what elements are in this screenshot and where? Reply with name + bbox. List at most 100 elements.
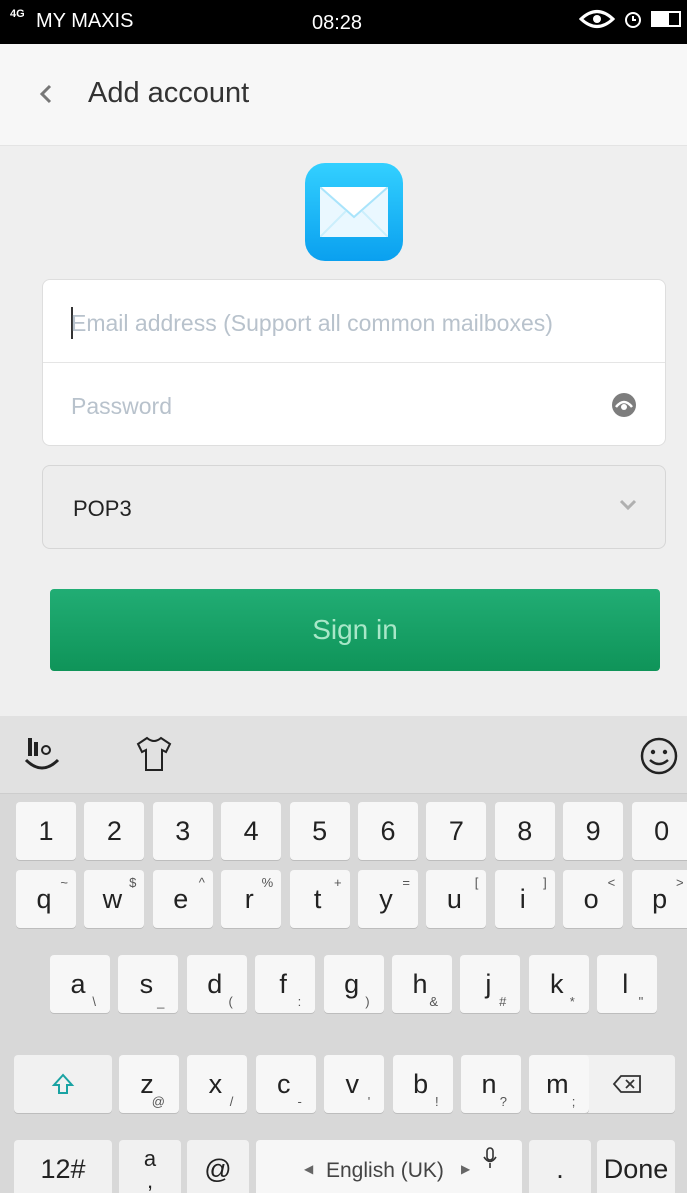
key-e-alt-label: ^ <box>198 875 205 890</box>
key-g[interactable]: g) <box>323 955 384 1013</box>
key-w[interactable]: w $ <box>84 870 145 928</box>
protocol-value: POP3 <box>73 496 132 521</box>
key-a-alt-label: \ <box>92 994 96 1009</box>
symbols-mode-key[interactable]: 12# <box>14 1140 112 1193</box>
key-s-alt-label: _ <box>157 994 165 1009</box>
key-6[interactable]: 6 <box>358 802 418 860</box>
key-t-alt-label: + <box>334 875 342 890</box>
key-0-label: 0 <box>654 816 670 846</box>
key-3[interactable]: 3 <box>152 802 213 860</box>
key-8[interactable]: 8 <box>494 802 555 860</box>
key-c-alt-label: - <box>297 1094 302 1109</box>
credentials-card: Email address (Support all common mailbo… <box>42 279 666 446</box>
shift-arrow-icon <box>51 1073 75 1094</box>
email-field[interactable]: Email address (Support all common mailbo… <box>43 280 665 363</box>
key-y-alt-label: = <box>402 875 410 890</box>
key-q-alt-label: ~ <box>60 875 68 890</box>
protocol-select[interactable]: POP3 <box>42 465 666 549</box>
key-6-label: 6 <box>380 816 396 846</box>
key-y[interactable]: y = <box>358 870 418 928</box>
key-1[interactable]: 1 <box>16 802 76 860</box>
key-5[interactable]: 5 <box>289 802 350 860</box>
key-i[interactable]: i] <box>494 870 555 928</box>
key-h[interactable]: h & <box>392 955 452 1013</box>
key-p-alt-label: > <box>676 875 684 890</box>
emoji-icon[interactable] <box>639 736 679 776</box>
key-c-label: c <box>277 1069 291 1099</box>
sign-in-button[interactable]: Sign in <box>50 589 660 671</box>
key-x-label: x <box>208 1069 223 1099</box>
key-q[interactable]: q ~ <box>16 870 76 928</box>
key-n-alt-label: ? <box>499 1094 507 1109</box>
key-l-alt-label: " <box>638 994 644 1009</box>
key-a-label: a <box>70 969 86 999</box>
signal-indicator: 4G <box>10 8 25 20</box>
chevron-down-icon <box>619 499 637 511</box>
key-d[interactable]: d( <box>186 955 247 1013</box>
key-d-label: d <box>207 969 223 999</box>
key-4[interactable]: 4 <box>221 802 282 860</box>
done-key[interactable]: Done <box>597 1140 675 1193</box>
key-s[interactable]: s _ <box>118 955 179 1013</box>
backspace-icon <box>612 1075 641 1093</box>
period-key[interactable]: . <box>529 1140 591 1193</box>
key-o[interactable]: o < <box>563 870 624 928</box>
password-placeholder: Password <box>71 393 172 419</box>
key-l-label: l <box>622 969 629 999</box>
key-s-label: s <box>139 969 154 999</box>
mail-app-icon <box>305 163 403 261</box>
key-m-alt-label: ; <box>571 1094 576 1109</box>
swipe-gesture-icon[interactable] <box>22 736 64 776</box>
key-j-label: j <box>485 969 492 999</box>
key-n[interactable]: n? <box>461 1055 521 1113</box>
key-2[interactable]: 2 <box>84 802 145 860</box>
key-0[interactable]: 0 <box>631 802 687 860</box>
key-t[interactable]: t + <box>289 870 350 928</box>
status-bar: 4G MY MAXIS 08:28 <box>0 0 687 44</box>
password-field[interactable]: Password <box>43 363 665 446</box>
key-e[interactable]: e ^ <box>152 870 213 928</box>
at-key[interactable]: @ <box>187 1140 249 1193</box>
key-z-alt-label: @ <box>151 1094 165 1109</box>
key-h-alt-label: & <box>429 994 438 1009</box>
key-7[interactable]: 7 <box>426 802 487 860</box>
key-d-alt-label: ( <box>228 994 233 1009</box>
shift-key[interactable] <box>14 1055 112 1113</box>
key-n-label: n <box>481 1069 497 1099</box>
key-c[interactable]: c- <box>255 1055 316 1113</box>
punct-bottom: , <box>146 1168 154 1193</box>
key-l[interactable]: l " <box>597 955 658 1013</box>
space-bar[interactable]: ◀ English (UK) ▶ <box>256 1140 522 1193</box>
key-i-alt-label: ] <box>543 875 547 890</box>
key-f[interactable]: f: <box>255 955 316 1013</box>
key-v[interactable]: v ' <box>324 1055 385 1113</box>
key-b-label: b <box>413 1069 429 1099</box>
app-header: Add account <box>0 44 687 146</box>
key-7-label: 7 <box>448 816 464 846</box>
backspace-key[interactable] <box>577 1055 675 1113</box>
theme-shirt-icon[interactable] <box>134 736 174 772</box>
key-p[interactable]: p > <box>631 870 687 928</box>
key-a[interactable]: a \ <box>50 955 110 1013</box>
key-5-label: 5 <box>312 816 328 846</box>
language-left-arrow-icon: ◀ <box>304 1162 314 1176</box>
show-password-icon[interactable] <box>611 392 637 418</box>
space-language-label: English (UK) <box>326 1159 444 1182</box>
key-9[interactable]: 9 <box>563 802 624 860</box>
key-b[interactable]: b! <box>392 1055 453 1113</box>
key-j[interactable]: j # <box>460 955 521 1013</box>
key-k[interactable]: k * <box>528 955 589 1013</box>
key-m[interactable]: m; <box>529 1055 590 1113</box>
key-x[interactable]: x / <box>187 1055 248 1113</box>
key-z[interactable]: z @ <box>119 1055 179 1113</box>
microphone-icon[interactable] <box>482 1146 498 1170</box>
key-g-alt-label: ) <box>365 994 370 1009</box>
key-h-label: h <box>412 969 428 999</box>
back-chevron-icon[interactable] <box>36 76 66 112</box>
key-u[interactable]: u[ <box>426 870 487 928</box>
key-o-alt-label: < <box>607 875 616 890</box>
page-title: Add account <box>88 77 250 109</box>
key-r-alt-label: % <box>261 875 274 890</box>
key-r[interactable]: r% <box>221 870 282 928</box>
punctuation-key[interactable]: a , <box>119 1140 181 1193</box>
